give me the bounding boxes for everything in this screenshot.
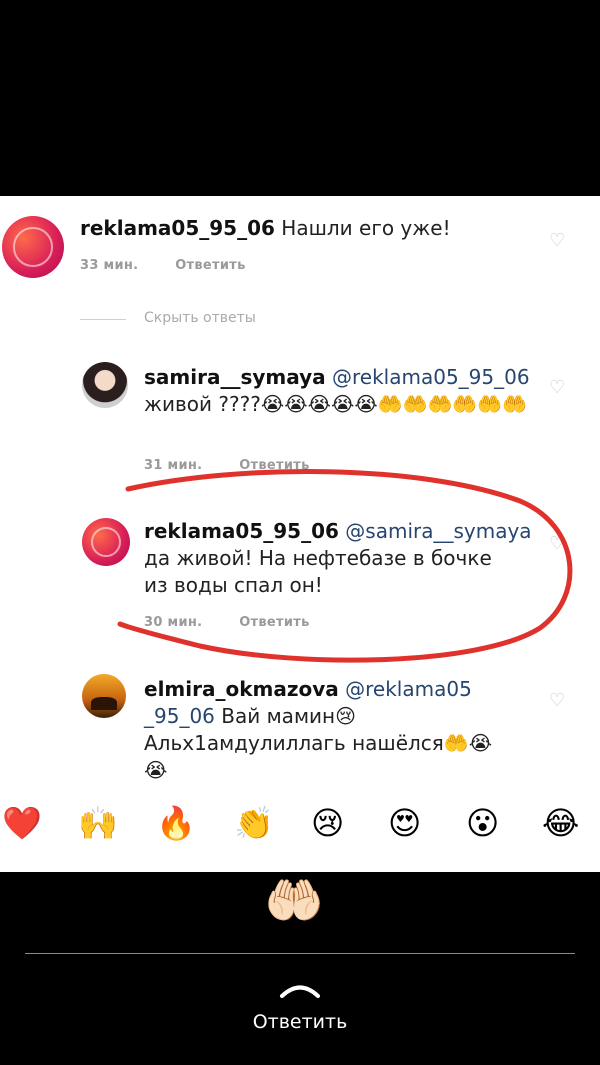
raised-hands-emoji-button[interactable]: 🙌 (78, 804, 118, 842)
red-annotation-circle (117, 469, 573, 663)
surprised-emoji-button[interactable]: 😮 (466, 804, 499, 842)
crying-emoji-button[interactable]: 😢 (311, 804, 344, 842)
screen: { "comments": [ {"user": "reklama05_95_0… (0, 0, 600, 1065)
chevron-up-icon[interactable] (279, 977, 321, 999)
hands-sticker: 🤲🏻 (264, 873, 324, 929)
heart-emoji-button[interactable]: ❤️ (2, 804, 42, 842)
reply-divider (25, 953, 575, 954)
laughing-emoji-button[interactable]: 😂 (542, 804, 579, 842)
clap-emoji-button[interactable]: 👏 (234, 804, 274, 842)
heart-eyes-emoji-button[interactable]: 😍 (388, 804, 421, 842)
reply-button[interactable]: Ответить (0, 1011, 600, 1033)
fire-emoji-button[interactable]: 🔥 (156, 804, 196, 842)
emoji-reaction-bar: ❤️ 🙌 🔥 👏 😢 😍 😮 😂 (0, 794, 600, 854)
comment-screenshot: reklama05_95_06 Нашли его уже! 33 мин. О… (0, 196, 600, 872)
